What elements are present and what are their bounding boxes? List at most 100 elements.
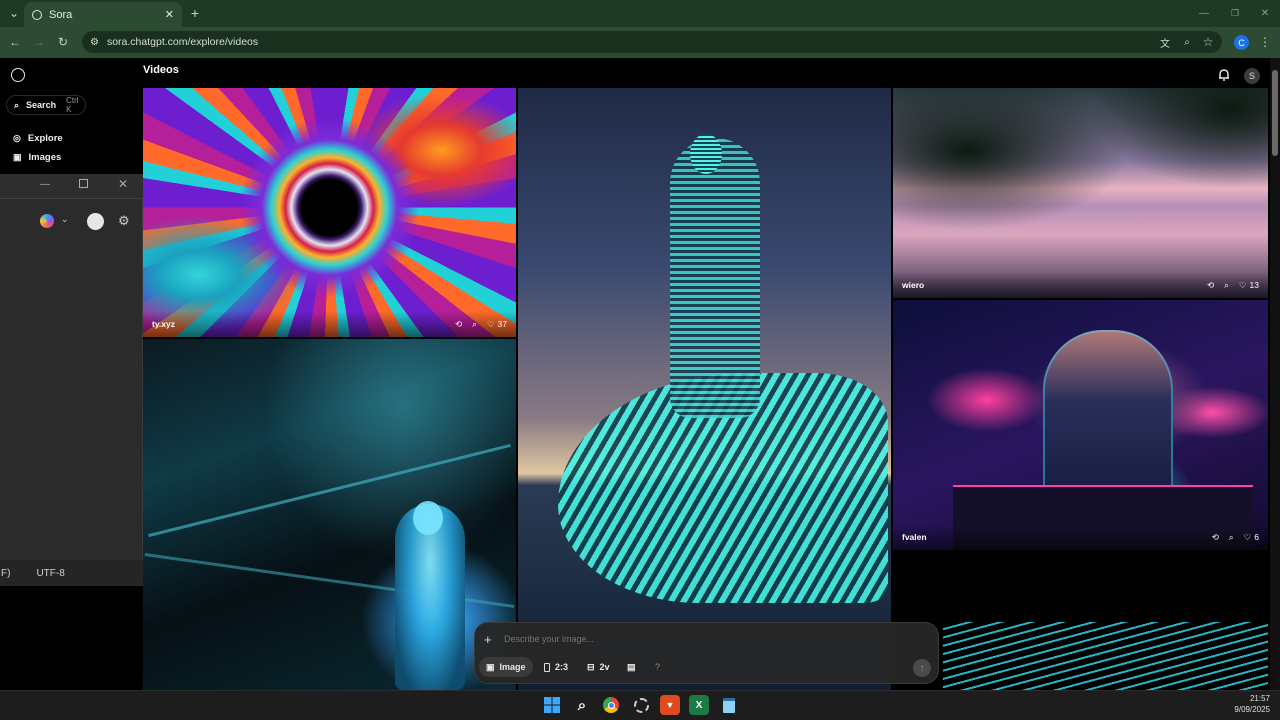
- tab-close-icon[interactable]: ✕: [165, 8, 174, 21]
- tile-meta: fvalen ⟲ ⌕ ♡ 6: [893, 524, 1268, 550]
- reload-icon[interactable]: ↻: [56, 35, 70, 49]
- remix-icon[interactable]: ⟲: [455, 319, 462, 330]
- video-tile[interactable]: wiero ⟲ ⌕ ♡ 13: [893, 88, 1268, 298]
- status-prefix: F): [1, 567, 11, 579]
- chevron-down-icon[interactable]: ⌄: [61, 214, 69, 225]
- prompt-input[interactable]: [504, 634, 884, 644]
- app-icon-cursor[interactable]: [631, 695, 651, 715]
- like-button[interactable]: ♡ 37: [487, 319, 507, 330]
- profile-avatar-icon[interactable]: C: [1234, 35, 1249, 50]
- add-attachment-icon[interactable]: +: [484, 632, 492, 647]
- overlay-minimize-icon[interactable]: —: [40, 179, 50, 190]
- taskbar-search-icon[interactable]: ⌕: [572, 695, 592, 715]
- like-count: 13: [1249, 280, 1259, 290]
- restore-icon[interactable]: ❐: [1228, 6, 1242, 20]
- tile-meta: ty.xyz ⟲ ⌕ ♡ 37: [143, 311, 516, 337]
- tile-author[interactable]: fvalen: [902, 532, 927, 542]
- minimize-icon[interactable]: —: [1197, 6, 1211, 20]
- like-button[interactable]: ♡ 6: [1244, 532, 1259, 543]
- overlay-close-icon[interactable]: ✕: [118, 177, 128, 191]
- search-shortcut: Ctrl K: [66, 96, 79, 114]
- search-icon[interactable]: ⌕: [472, 319, 477, 330]
- overlay-divider: [0, 198, 143, 199]
- search-label: Search: [26, 100, 57, 110]
- copilot-logo-icon[interactable]: [40, 214, 54, 228]
- sora-logo-icon[interactable]: [11, 68, 25, 82]
- sidebar-item-label: Images: [28, 152, 62, 163]
- notepad-icon[interactable]: [719, 695, 739, 715]
- sora-favicon-icon: [32, 9, 42, 20]
- sidebar-item-images[interactable]: ▣ Images: [13, 152, 61, 163]
- windows-start-icon[interactable]: [542, 695, 562, 715]
- account-avatar[interactable]: S: [1244, 68, 1260, 84]
- tile-author[interactable]: ty.xyz: [152, 319, 175, 329]
- remix-icon[interactable]: ⟲: [1207, 280, 1214, 291]
- search-icon[interactable]: ⌕: [1229, 532, 1234, 543]
- video-tile[interactable]: [518, 88, 891, 690]
- address-bar[interactable]: ⚙ sora.chatgpt.com/explore/videos: [82, 31, 1222, 53]
- browser-tab-bar: ⌄ Sora ✕ + — ❐ ✕: [0, 0, 1280, 27]
- settings-gear-icon[interactable]: ⚙: [118, 213, 130, 229]
- user-avatar[interactable]: [87, 213, 104, 230]
- heart-icon: ♡: [1243, 531, 1252, 542]
- aspect-ratio-icon: [544, 662, 550, 672]
- aspect-ratio-label: 2:3: [555, 662, 569, 672]
- digital-head: [690, 134, 722, 174]
- tab-title: Sora: [49, 8, 73, 21]
- window-close-icon[interactable]: ✕: [1258, 6, 1272, 20]
- video-tile[interactable]: fvalen ⟲ ⌕ ♡ 6: [893, 300, 1268, 550]
- overlay-maximize-icon[interactable]: [79, 179, 88, 188]
- system-clock[interactable]: 21:57 9/09/2025: [1226, 693, 1270, 715]
- heart-icon: ♡: [486, 318, 495, 329]
- media-type-button[interactable]: ▣ Image: [479, 657, 533, 677]
- forward-icon[interactable]: →: [32, 35, 46, 49]
- clock-time: 21:57: [1249, 694, 1270, 703]
- remix-icon[interactable]: ⟲: [1212, 532, 1219, 543]
- tile-meta: wiero ⟲ ⌕ ♡ 13: [893, 272, 1268, 298]
- variations-button[interactable]: ⊟ 2v: [580, 657, 617, 677]
- site-info-icon[interactable]: ⚙: [90, 37, 99, 48]
- browser-menu-icon[interactable]: ⋮: [1259, 35, 1271, 49]
- code-streaks: [943, 622, 1268, 690]
- encoding-label[interactable]: UTF-8: [36, 568, 64, 579]
- search-icon[interactable]: ⌕: [1224, 280, 1229, 291]
- like-count: 37: [497, 319, 507, 329]
- sidebar-search-button[interactable]: ⌕ Search Ctrl K: [6, 95, 86, 115]
- video-tile[interactable]: [143, 339, 516, 690]
- scrollbar-thumb[interactable]: [1272, 70, 1278, 156]
- tile-author[interactable]: wiero: [902, 280, 924, 290]
- variations-label: 2v: [599, 662, 610, 672]
- translate-icon[interactable]: 文: [1158, 35, 1172, 50]
- help-button[interactable]: ?: [648, 657, 667, 677]
- presets-icon: ▤: [627, 661, 636, 672]
- brave-browser-icon[interactable]: ▼: [660, 695, 680, 715]
- overlay-titlebar: — ✕: [0, 174, 143, 198]
- image-icon: ▣: [486, 661, 495, 672]
- arrow-up-icon: ↑: [919, 662, 925, 674]
- presets-button[interactable]: ▤: [620, 657, 643, 677]
- video-tile[interactable]: ty.xyz ⟲ ⌕ ♡ 37: [143, 88, 516, 337]
- aspect-ratio-button[interactable]: 2:3: [537, 657, 575, 677]
- excel-icon[interactable]: X: [689, 695, 709, 715]
- like-count: 6: [1254, 532, 1259, 542]
- sidebar-item-label: Explore: [27, 133, 63, 144]
- heart-icon: ♡: [1238, 279, 1247, 290]
- browser-tab[interactable]: Sora ✕: [24, 2, 182, 27]
- chrome-icon[interactable]: [601, 695, 621, 715]
- search-icon: ⌕: [14, 99, 20, 110]
- sidebar-item-explore[interactable]: ◎ Explore: [13, 133, 63, 144]
- media-type-label: Image: [499, 662, 526, 672]
- new-tab-icon[interactable]: +: [188, 5, 202, 21]
- back-icon[interactable]: ←: [8, 35, 22, 49]
- variations-icon: ⊟: [587, 661, 595, 672]
- send-button[interactable]: ↑: [913, 659, 931, 677]
- notification-bell-icon[interactable]: [1217, 68, 1231, 82]
- page-title: Videos: [143, 64, 179, 76]
- like-button[interactable]: ♡ 13: [1239, 280, 1259, 291]
- bookmark-star-icon[interactable]: ☆: [1201, 35, 1215, 49]
- tab-list-chevron-icon[interactable]: ⌄: [6, 5, 22, 21]
- zoom-icon[interactable]: ⌕: [1180, 35, 1194, 49]
- hologram-head: [413, 501, 443, 535]
- video-tile[interactable]: [893, 552, 1268, 690]
- clock-date: 9/09/2025: [1234, 705, 1270, 714]
